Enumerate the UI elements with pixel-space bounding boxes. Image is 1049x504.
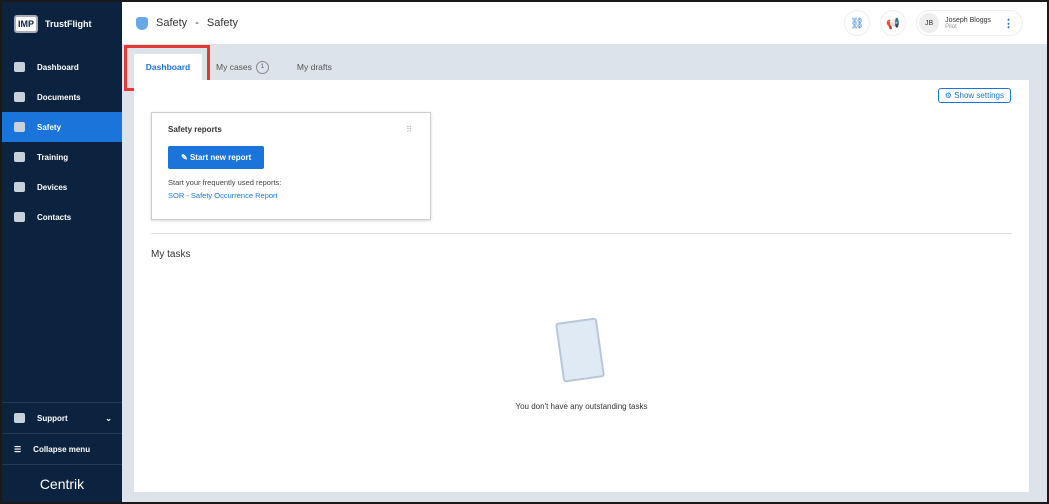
link-button[interactable]: ⛓ <box>844 10 871 36</box>
header: Safety - Safety ⛓ 📢 JB Joseph Bloggs Pilot ⋮ <box>122 2 1047 44</box>
user-name: Joseph Bloggs <box>945 16 991 24</box>
devices-icon <box>14 182 25 192</box>
sidebar-item-training[interactable]: Training <box>2 142 122 172</box>
chevron-down-icon: ⌄ <box>105 413 112 423</box>
announcements-button[interactable]: 📢 <box>880 10 907 36</box>
support-icon <box>14 413 25 423</box>
avatar: JB <box>919 13 940 33</box>
empty-state-text: You don't have any outstanding tasks <box>515 402 648 411</box>
centrik-logo: Centrik <box>2 464 122 502</box>
user-menu[interactable]: JB Joseph Bloggs Pilot ⋮ <box>916 10 1023 36</box>
sidebar: IMP TrustFlight Dashboard Documents Safet… <box>2 2 122 502</box>
support-menu[interactable]: Support ⌄ <box>2 402 122 433</box>
centrik-text: Centrik <box>39 476 85 492</box>
paperclip-icon <box>14 92 25 102</box>
safety-shield-icon <box>136 16 148 30</box>
app-window: IMP TrustFlight Dashboard Documents Safet… <box>2 2 1047 502</box>
drag-handle-icon[interactable]: ⠿ <box>406 125 412 134</box>
page-title: Safety <box>156 17 188 29</box>
more-vertical-icon[interactable]: ⋮ <box>1003 17 1014 30</box>
sidebar-item-dashboard[interactable]: Dashboard <box>2 52 122 82</box>
hint-text: Start your frequently used reports: <box>168 178 282 187</box>
link-icon: ⛓ <box>850 17 865 30</box>
label: Training <box>37 152 69 162</box>
divider <box>151 233 1012 234</box>
tab-my-cases[interactable]: My cases 1 <box>202 54 283 80</box>
label: Safety <box>37 122 62 132</box>
label: Collapse menu <box>33 444 91 454</box>
separator: - <box>195 17 199 29</box>
sidebar-item-safety[interactable]: Safety <box>2 112 122 142</box>
tab-my-drafts[interactable]: My drafts <box>283 54 346 80</box>
show-settings-button[interactable]: ⚙ Show settings <box>937 88 1011 103</box>
label: Support <box>37 413 68 423</box>
collapse-menu-button[interactable]: ☰ Collapse menu <box>2 433 122 464</box>
shield-icon <box>14 122 25 132</box>
label: Start new report <box>189 153 252 162</box>
dashboard-panel: ⚙ Show settings Safety reports ⠿ ✎ Start… <box>134 80 1029 492</box>
label: Devices <box>37 182 68 192</box>
label: My cases <box>216 62 252 72</box>
sidebar-item-documents[interactable]: Documents <box>2 82 122 112</box>
clipboard-illustration-icon <box>555 317 605 383</box>
my-tasks-heading: My tasks <box>151 249 191 260</box>
graduation-cap-icon <box>14 152 25 162</box>
sidebar-item-contacts[interactable]: Contacts <box>2 202 122 232</box>
page-subtitle: Safety <box>206 17 239 29</box>
brand[interactable]: IMP TrustFlight <box>2 2 122 46</box>
card-title: Safety reports <box>168 125 222 134</box>
label: Show settings <box>954 91 1004 100</box>
label: Dashboard <box>37 62 79 72</box>
contacts-icon <box>14 212 25 222</box>
safety-reports-card: Safety reports ⠿ ✎ Start new report Star… <box>151 112 431 220</box>
label: My drafts <box>296 62 332 72</box>
dashboard-icon <box>14 62 25 72</box>
label: Documents <box>37 92 81 102</box>
start-new-report-button[interactable]: ✎ Start new report <box>168 146 265 169</box>
count-badge: 1 <box>255 60 269 74</box>
user-role: Pilot <box>945 23 957 30</box>
imp-logo: IMP <box>14 15 39 33</box>
label: Contacts <box>37 212 72 222</box>
sor-report-link[interactable]: SOR - Safety Occurrence Report <box>168 191 414 200</box>
sidebar-item-devices[interactable]: Devices <box>2 172 122 202</box>
brand-name: TrustFlight <box>45 19 92 29</box>
megaphone-icon: 📢 <box>886 17 900 30</box>
collapse-icon: ☰ <box>14 444 22 454</box>
